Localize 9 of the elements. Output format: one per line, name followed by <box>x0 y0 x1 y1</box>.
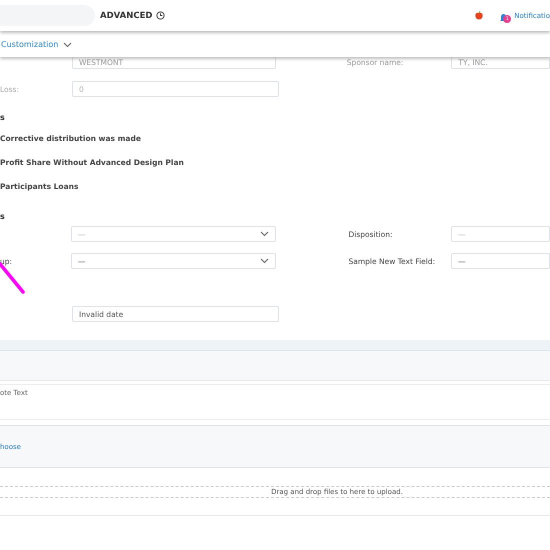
mode-title: ADVANCED <box>100 10 152 20</box>
chevron-down-icon <box>260 258 268 264</box>
chevron-down-icon <box>260 231 268 237</box>
customization-menu[interactable]: Customization <box>1 40 58 49</box>
section-heading: s <box>0 212 6 223</box>
apple-icon[interactable] <box>475 11 484 20</box>
clock-icon[interactable] <box>156 11 166 20</box>
chevron-down-icon <box>63 42 72 48</box>
section-heading: s <box>0 113 6 124</box>
